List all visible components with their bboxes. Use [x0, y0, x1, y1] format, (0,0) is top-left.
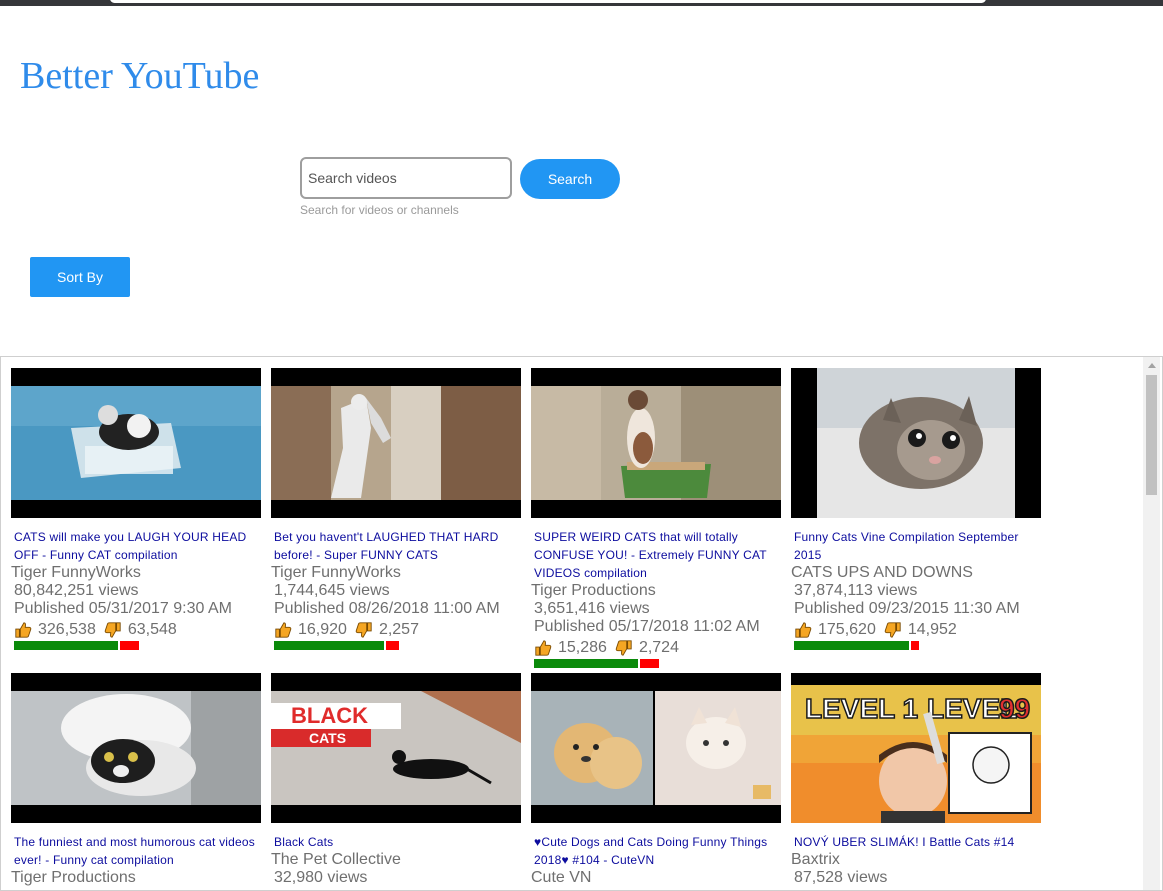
thumbs-up-icon[interactable] — [794, 621, 812, 639]
video-thumbnail[interactable]: LEVEL 1 LEVEL 99 — [791, 673, 1041, 823]
view-count: 80,842,251 views — [14, 582, 139, 599]
thumbs-up-icon[interactable] — [534, 639, 552, 657]
dislike-count: 2,257 — [378, 621, 419, 638]
browser-top-bar — [0, 0, 1163, 6]
view-count: 3,651,416 views — [534, 600, 650, 617]
like-count: 175,620 — [818, 621, 876, 638]
video-thumbnail[interactable] — [531, 673, 781, 823]
channel-name: Tiger Productions — [531, 582, 656, 599]
dislike-count: 2,724 — [638, 639, 679, 656]
dislike-bar — [911, 641, 919, 650]
results-scrollbar[interactable] — [1143, 357, 1160, 890]
like-bar — [534, 659, 638, 668]
view-count: 87,528 views — [794, 869, 888, 886]
like-count: 15,286 — [558, 639, 607, 656]
video-thumbnail[interactable]: BLACK CATS — [271, 673, 521, 823]
video-title-link[interactable]: SUPER WEIRD CATS that will totally CONFU… — [534, 528, 781, 582]
app-title: Better YouTube — [20, 55, 260, 97]
like-bar — [14, 641, 118, 650]
rating-bar — [534, 659, 659, 668]
video-title-link[interactable]: CATS will make you LAUGH YOUR HEAD OFF -… — [14, 528, 261, 564]
like-bar — [274, 641, 384, 650]
publish-date: Published 08/26/2018 11:00 AM — [274, 600, 500, 617]
channel-name: The Pet Collective — [271, 851, 401, 868]
thumbs-down-icon[interactable] — [615, 639, 633, 657]
video-title-link[interactable]: The funniest and most humorous cat video… — [14, 833, 261, 869]
video-card[interactable]: SUPER WEIRD CATS that will totally CONFU… — [531, 368, 781, 668]
video-title-link[interactable]: NOVÝ UBER SLIMÁK! I Battle Cats #14 — [794, 833, 1041, 851]
rating-bar — [14, 641, 139, 650]
video-card[interactable]: ♥Cute Dogs and Cats Doing Funny Things 2… — [531, 673, 781, 887]
dislike-count: 63,548 — [127, 621, 177, 638]
video-title-link[interactable]: Funny Cats Vine Compilation September 20… — [794, 528, 1041, 564]
thumbnail-caption: CATS — [309, 730, 346, 746]
video-title-link[interactable]: Bet you havent't LAUGHED THAT HARD befor… — [274, 528, 521, 564]
dislike-bar — [640, 659, 659, 668]
like-count: 326,538 — [38, 621, 96, 638]
view-count: 37,874,113 views — [794, 582, 918, 599]
thumbs-up-icon[interactable] — [14, 621, 32, 639]
view-count: 32,980 views — [274, 869, 368, 886]
dislike-bar — [386, 641, 399, 650]
dislike-bar — [120, 641, 139, 650]
thumbnail-caption: 99 — [999, 693, 1030, 724]
channel-name: Tiger Productions — [11, 869, 136, 886]
thumbnail-caption: LEVEL 1 — [805, 693, 918, 724]
channel-name: CATS UPS AND DOWNS — [791, 564, 973, 581]
thumbs-down-icon[interactable] — [355, 621, 373, 639]
like-bar — [794, 641, 909, 650]
thumbs-up-icon[interactable] — [274, 621, 292, 639]
view-count: 1,744,645 views — [274, 582, 390, 599]
rating-row: 15,286 2,724 — [534, 639, 781, 657]
video-thumbnail[interactable] — [791, 368, 1041, 518]
video-thumbnail[interactable] — [271, 368, 521, 518]
video-title-link[interactable]: Black Cats — [274, 833, 521, 851]
video-card[interactable]: Funny Cats Vine Compilation September 20… — [791, 368, 1041, 650]
rating-row: 326,538 63,548 — [14, 621, 261, 639]
publish-date: Published 05/17/2018 11:02 AM — [534, 618, 760, 635]
video-title-link[interactable]: ♥Cute Dogs and Cats Doing Funny Things 2… — [534, 833, 781, 869]
search-input[interactable] — [300, 157, 512, 199]
video-card[interactable]: LEVEL 1 LEVEL 99 NOVÝ UBER SLIMÁK! I Bat… — [791, 673, 1041, 887]
publish-date: Published 05/31/2017 9:30 AM — [14, 600, 232, 617]
channel-name: Cute VN — [531, 869, 592, 886]
video-thumbnail[interactable] — [531, 368, 781, 518]
publish-date: Published 09/23/2015 11:30 AM — [794, 600, 1020, 617]
video-thumbnail[interactable] — [11, 368, 261, 518]
video-card[interactable]: CATS will make you LAUGH YOUR HEAD OFF -… — [11, 368, 261, 650]
rating-bar — [794, 641, 919, 650]
thumbnail-caption: BLACK — [291, 703, 368, 728]
dislike-count: 14,952 — [907, 621, 957, 638]
search-button[interactable]: Search — [520, 159, 620, 199]
thumbs-down-icon[interactable] — [104, 621, 122, 639]
address-bar-edge — [110, 0, 986, 3]
channel-name: Tiger FunnyWorks — [271, 564, 401, 581]
sort-by-button[interactable]: Sort By — [30, 257, 130, 297]
video-thumbnail[interactable] — [11, 673, 261, 823]
channel-name: Baxtrix — [791, 851, 840, 868]
video-results-panel: CATS will make you LAUGH YOUR HEAD OFF -… — [0, 356, 1163, 891]
rating-bar — [274, 641, 399, 650]
search-helper-text: Search for videos or channels — [300, 203, 459, 217]
channel-name: Tiger FunnyWorks — [11, 564, 141, 581]
like-count: 16,920 — [298, 621, 347, 638]
thumbs-down-icon[interactable] — [884, 621, 902, 639]
scroll-up-arrow-icon[interactable] — [1148, 363, 1156, 368]
video-card[interactable]: Bet you havent't LAUGHED THAT HARD befor… — [271, 368, 521, 650]
rating-row: 16,920 2,257 — [274, 621, 521, 639]
video-card[interactable]: BLACK CATS Black Cats The Pet Collective… — [271, 673, 521, 887]
scrollbar-thumb[interactable] — [1146, 375, 1157, 495]
rating-row: 175,620 14,952 — [794, 621, 1041, 639]
video-card[interactable]: The funniest and most humorous cat video… — [11, 673, 261, 887]
